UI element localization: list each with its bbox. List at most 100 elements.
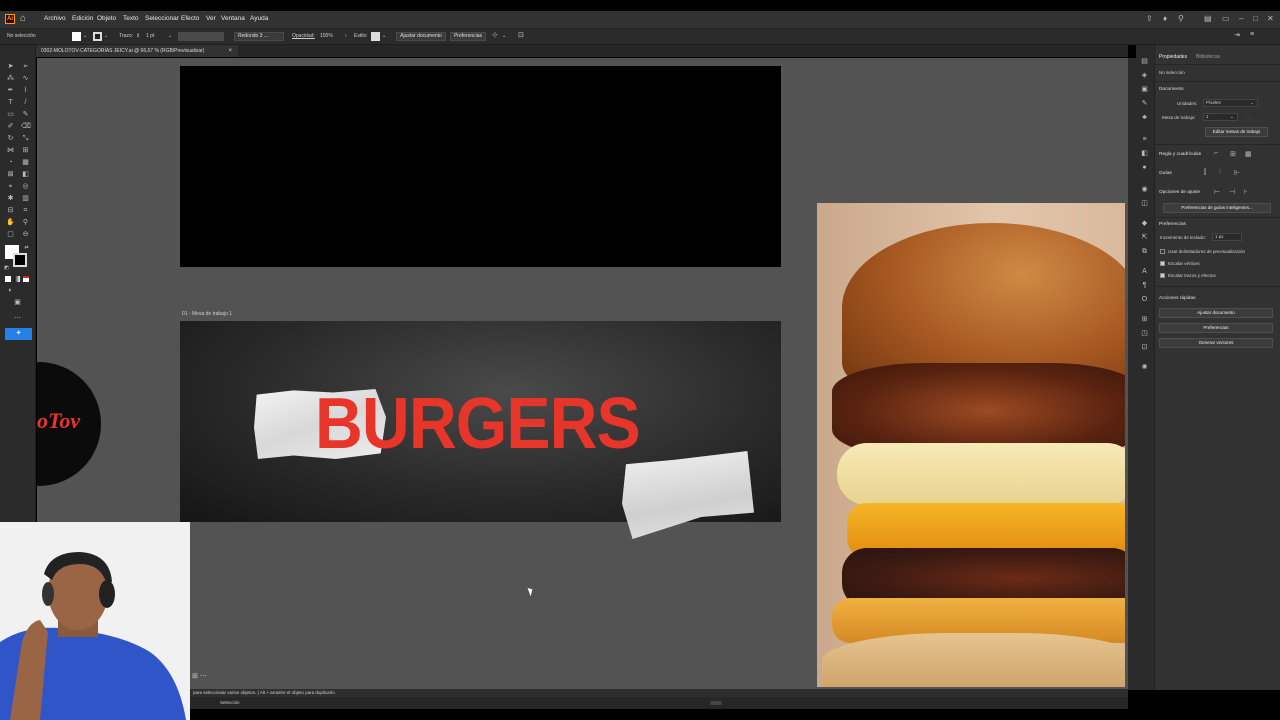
paragraph-icon[interactable]: ¶ [1140, 281, 1149, 290]
burgers-headline[interactable]: BURGERS [315, 384, 641, 464]
menu-objeto[interactable]: Objeto [97, 15, 116, 22]
opacity-value[interactable]: 100% [320, 33, 333, 39]
screen-mode-icon[interactable]: ▣ [13, 298, 22, 307]
scale-corners-checkbox[interactable] [1160, 261, 1165, 266]
fill-dropdown-icon[interactable]: ⌄ [83, 33, 87, 39]
opacity-arrow-icon[interactable]: › [345, 33, 347, 39]
style-swatch[interactable] [371, 32, 380, 41]
type-tool-icon[interactable]: T [6, 98, 15, 107]
preferences-button[interactable]: Preferencias [450, 32, 486, 41]
quick-preferences-button[interactable]: Preferencias [1159, 323, 1273, 333]
menu-seleccionar[interactable]: Seleccionar [145, 15, 179, 22]
artboard-label[interactable]: 01 - Mesa de trabajo 1 [182, 311, 232, 317]
artboard-nav-icon[interactable]: ‹ › [1246, 115, 1250, 120]
keyboard-increment-input[interactable]: 1 px [1212, 233, 1242, 241]
share-icon[interactable]: ⇪ [1146, 14, 1153, 23]
eyedropper-icon[interactable]: ⌖ [6, 182, 15, 191]
column-graph-icon[interactable]: ▥ [21, 194, 30, 203]
search-icon[interactable]: ⚲ [1178, 14, 1184, 23]
stack-icon[interactable]: ◆ [1140, 219, 1149, 228]
generative-tool-icon[interactable]: ✦ [5, 328, 32, 340]
align-icon[interactable]: ≡ [1140, 135, 1149, 144]
arrange-dropdown-icon[interactable]: ⌄ [502, 33, 506, 39]
lasso-icon[interactable]: ∿ [21, 74, 30, 83]
curvature-icon[interactable]: ⌇ [21, 86, 30, 95]
swap-colors-icon[interactable]: ⇄ [22, 244, 31, 253]
menu-archivo[interactable]: Archivo [44, 15, 66, 22]
magic-wand-icon[interactable]: ⁂ [6, 74, 15, 83]
artboard-tool-icon[interactable]: ⊟ [6, 206, 15, 215]
minimize-icon[interactable]: – [1239, 14, 1243, 23]
transform-icon[interactable]: ⊡ [518, 31, 524, 39]
draw-mode-icon[interactable]: ◐ [6, 286, 15, 295]
maximize-icon[interactable]: □ [1253, 14, 1258, 23]
opentype-icon[interactable]: O [1140, 295, 1149, 304]
slice-tool-icon[interactable]: ⌗ [21, 206, 30, 215]
panel-menu-icon[interactable]: ≡ [1250, 31, 1254, 38]
export-icon[interactable]: ⇱ [1140, 233, 1149, 242]
arrange-documents-icon[interactable]: ⊹ [492, 31, 498, 39]
generate-vectors-button[interactable]: Generar vectores [1159, 338, 1273, 348]
brushes-icon[interactable]: ✎ [1140, 99, 1149, 108]
panel-toggle-icon[interactable]: ⇥ [1234, 31, 1240, 39]
default-colors-icon[interactable]: ◩ [2, 264, 11, 273]
smart-guides-prefs-button[interactable]: Preferencias de guías inteligentes... [1163, 203, 1271, 213]
scale-strokes-checkbox[interactable] [1160, 273, 1165, 278]
generative-panel-icon[interactable]: ✺ [1140, 363, 1149, 372]
edit-artboards-button[interactable]: Editar mesas de trabajo [1205, 127, 1268, 137]
rotate-tool-icon[interactable]: ↻ [6, 134, 15, 143]
tab-properties[interactable]: Propiedades [1159, 54, 1187, 60]
color-icon[interactable]: ● [1140, 163, 1149, 172]
notifications-icon[interactable]: ♦ [1163, 14, 1167, 23]
properties-icon[interactable]: ▤ [1140, 57, 1149, 66]
document-tab[interactable]: 0302-MOLOTOV-CATEGORÍAS JEICY.ai @ 66,67… [36, 45, 238, 57]
arrange-icon[interactable]: ▭ [1222, 14, 1230, 23]
direct-selection-tool-icon[interactable]: ➢ [21, 62, 30, 71]
color-mode-icon[interactable] [5, 276, 11, 282]
gradient-tool-icon[interactable]: ◧ [21, 170, 30, 179]
transparency-grid-icon[interactable]: ▦ [1245, 150, 1252, 158]
transform-panel-icon[interactable]: ⊞ [1140, 315, 1149, 324]
paintbrush-icon[interactable]: ✐ [6, 122, 15, 131]
preview-bounds-checkbox[interactable] [1160, 249, 1165, 254]
links-icon[interactable]: ⧉ [1140, 247, 1149, 256]
tab-close-icon[interactable]: × [228, 45, 232, 57]
workspace-icon[interactable]: ▤ [1204, 14, 1212, 23]
artboard-select[interactable]: 1 ⌄ [1203, 113, 1238, 121]
rectangle-tool-icon[interactable]: ▭ [6, 110, 15, 119]
zoom-out-icon[interactable]: ⊖ [21, 230, 30, 239]
layers-icon[interactable]: ◈ [1140, 71, 1149, 80]
swatches-icon[interactable]: ◧ [1140, 149, 1149, 158]
units-dropdown[interactable]: Píxeles ⌄ [1203, 99, 1258, 107]
mesh-tool-icon[interactable]: ⊠ [6, 170, 15, 179]
brush-dropdown[interactable]: Redondo 3 ... [234, 32, 284, 41]
symbols-icon[interactable]: ♣ [1140, 113, 1149, 122]
stroke-dropdown-icon-2[interactable]: ⌄ [168, 33, 172, 39]
stroke-dropdown-icon[interactable]: ⌄ [104, 33, 108, 39]
none-mode-icon[interactable] [23, 276, 29, 282]
close-icon[interactable]: ✕ [1267, 14, 1274, 23]
lock-guides-icon[interactable]: ⫶ [1219, 169, 1221, 177]
pathfinder-icon[interactable]: ◳ [1140, 329, 1149, 338]
quick-adjust-document-button[interactable]: Ajustar documento [1159, 308, 1273, 318]
style-dropdown-icon[interactable]: ⌄ [382, 33, 386, 39]
variable-width-field[interactable] [178, 32, 224, 41]
perspective-grid-icon[interactable]: ▦ [21, 158, 30, 167]
libraries-icon[interactable]: ▣ [1140, 85, 1149, 94]
snap-pixel-icon[interactable]: ⊦ [1244, 188, 1248, 196]
menu-ver[interactable]: Ver [206, 15, 216, 22]
stroke-value[interactable]: 1 pt [146, 33, 154, 39]
more-tools-icon[interactable]: ⋯ [13, 314, 22, 323]
character-icon[interactable]: A [1140, 267, 1149, 276]
pen-tool-icon[interactable]: ✒ [6, 86, 15, 95]
grid-icon[interactable]: ⊞ [1230, 150, 1236, 158]
stroke-color-box[interactable] [13, 253, 27, 267]
hand-tool-icon[interactable]: ✋ [6, 218, 15, 227]
blend-tool-icon[interactable]: ◎ [21, 182, 30, 191]
stroke-swatch[interactable] [93, 32, 102, 41]
symbol-sprayer-icon[interactable]: ✱ [6, 194, 15, 203]
burger-photo[interactable] [817, 203, 1125, 687]
free-transform-icon[interactable]: ⊞ [21, 146, 30, 155]
gradient-mode-icon[interactable] [14, 276, 20, 282]
eraser-icon[interactable]: ⌫ [21, 122, 31, 131]
